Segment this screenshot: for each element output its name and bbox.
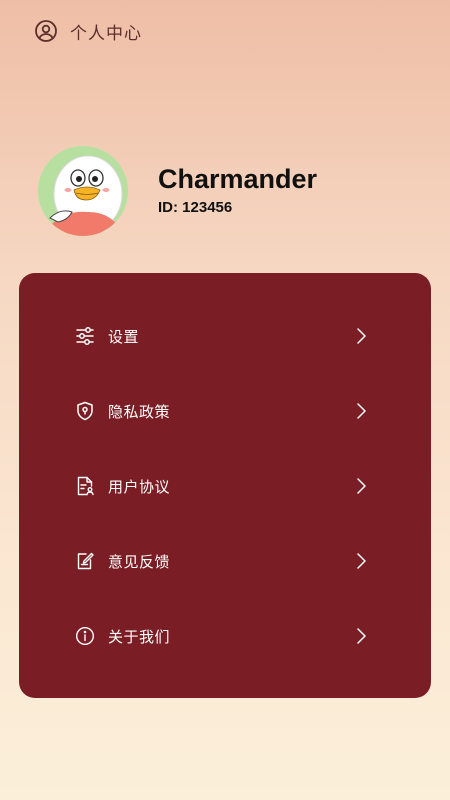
profile-section: Charmander ID: 123456 <box>38 146 317 236</box>
profile-info: Charmander ID: 123456 <box>158 164 318 217</box>
username: Charmander <box>158 164 318 194</box>
info-icon <box>75 626 95 646</box>
agreement-document-icon <box>75 476 95 496</box>
menu-item-label: 隐私政策 <box>108 402 171 421</box>
menu-item-settings[interactable]: 设置 <box>19 311 431 361</box>
page-header: 个人中心 <box>34 18 142 44</box>
menu-item-about-us[interactable]: 关于我们 <box>19 611 431 661</box>
shield-icon <box>75 401 95 421</box>
avatar[interactable] <box>38 146 128 236</box>
menu-item-label: 意见反馈 <box>108 552 171 571</box>
chevron-right-icon <box>355 628 367 644</box>
feedback-edit-icon <box>75 551 95 571</box>
menu-item-label: 关于我们 <box>108 627 171 646</box>
chevron-right-icon <box>355 403 367 419</box>
chevron-right-icon <box>355 553 367 569</box>
page-title: 个人中心 <box>70 23 142 44</box>
user-id: ID: 123456 <box>158 199 233 216</box>
chevron-right-icon <box>355 328 367 344</box>
menu-item-privacy-policy[interactable]: 隐私政策 <box>19 386 431 436</box>
menu-card: 设置 隐私政策 用户协议 意见反馈 关于我们 <box>19 273 431 698</box>
chevron-right-icon <box>355 478 367 494</box>
menu-item-label: 设置 <box>108 327 140 346</box>
menu-item-user-agreement[interactable]: 用户协议 <box>19 461 431 511</box>
settings-sliders-icon <box>75 326 95 346</box>
menu-item-feedback[interactable]: 意见反馈 <box>19 536 431 586</box>
menu-item-label: 用户协议 <box>108 477 171 496</box>
user-circle-icon <box>34 19 58 43</box>
